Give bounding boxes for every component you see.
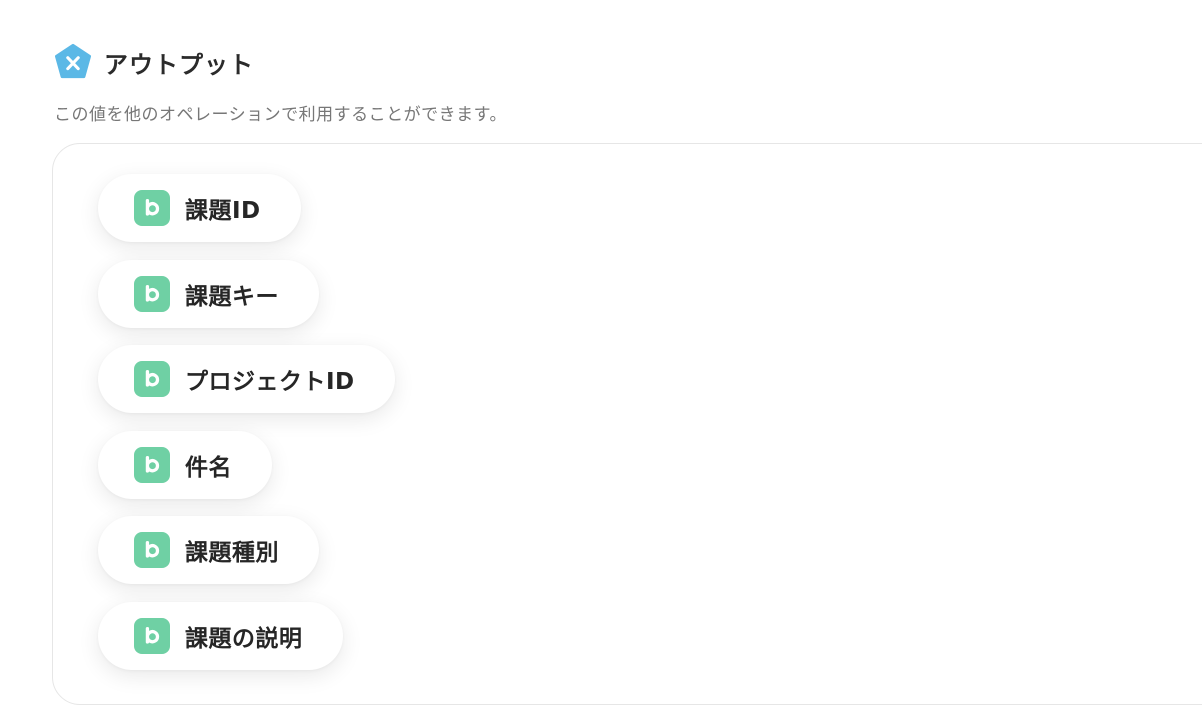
output-item-issue-key[interactable]: 課題キー: [98, 260, 319, 328]
output-item-project-id[interactable]: プロジェクトID: [98, 345, 395, 413]
output-item-label: 課題の説明: [185, 626, 303, 652]
output-item-label: 課題キー: [185, 284, 279, 310]
output-item-label: 課題種別: [185, 540, 279, 566]
output-item-issue-description[interactable]: 課題の説明: [98, 602, 343, 670]
backlog-b-icon: [134, 190, 170, 226]
description-text: この値を他のオペレーションで利用することができます。: [54, 105, 507, 125]
output-item-issue-id[interactable]: 課題ID: [98, 174, 301, 242]
page-title: アウトプット: [104, 50, 254, 79]
output-item-label: プロジェクトID: [185, 369, 355, 395]
backlog-b-icon: [134, 361, 170, 397]
output-item-summary[interactable]: 件名: [98, 431, 272, 499]
pentagon-x-icon: [54, 43, 92, 79]
output-item-issue-type[interactable]: 課題種別: [98, 516, 319, 584]
backlog-b-icon: [134, 447, 170, 483]
backlog-b-icon: [134, 618, 170, 654]
backlog-b-icon: [134, 532, 170, 568]
output-header: アウトプット: [54, 43, 254, 81]
output-item-label: 課題ID: [185, 198, 261, 224]
output-item-label: 件名: [185, 455, 232, 481]
backlog-b-icon: [134, 276, 170, 312]
